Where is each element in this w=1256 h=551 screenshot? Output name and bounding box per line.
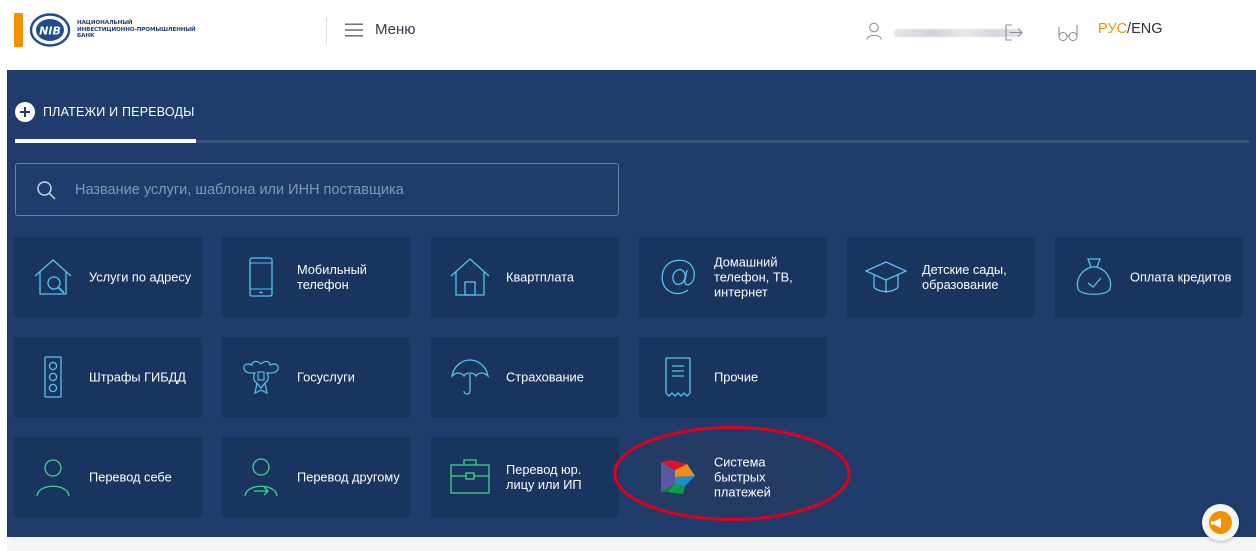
tile-label: Мобильный телефон xyxy=(297,262,367,292)
tile-label: Страхование xyxy=(506,369,584,385)
tile-label: Перевод юр. лицу или ИП xyxy=(506,462,582,492)
tile-label: Перевод другому xyxy=(297,469,400,485)
glasses-icon[interactable] xyxy=(1058,24,1078,42)
logo-orange-bar xyxy=(14,13,23,47)
umbrella-icon xyxy=(450,359,490,395)
tile-gosuslugi[interactable]: Госуслуги xyxy=(222,337,410,417)
tile-transfer-to-other[interactable]: Перевод другому xyxy=(222,437,410,517)
language-switcher: РУС/ENG xyxy=(1098,21,1163,37)
user-self-icon xyxy=(36,459,70,497)
lang-eng[interactable]: ENG xyxy=(1131,21,1162,37)
tile-fast-payment-system[interactable]: Система быстрых платежей xyxy=(639,437,827,517)
tile-transfer-to-business[interactable]: Перевод юр. лицу или ИП xyxy=(431,437,619,517)
tab-active-indicator xyxy=(15,139,196,143)
graduation-cap-icon xyxy=(865,261,907,293)
tile-label: Домашний телефон, ТВ, интернет xyxy=(714,254,793,300)
tile-address-services[interactable]: Услуги по адресу xyxy=(14,237,202,317)
tile-label: Детские сады, образование xyxy=(922,262,1007,292)
feedback-button[interactable] xyxy=(1202,504,1239,541)
logo-text-line2: ИНВЕСТИЦИОННО-ПРОМЫШЛЕННЫЙ xyxy=(77,26,196,33)
hamburger-icon xyxy=(345,23,363,36)
tile-mobile-phone[interactable]: Мобильный телефон xyxy=(222,237,410,317)
tile-label: Госуслуги xyxy=(297,369,355,385)
receipt-icon xyxy=(665,357,691,397)
tile-label: Оплата кредитов xyxy=(1130,269,1232,285)
tile-label: Перевод себе xyxy=(89,469,172,485)
tile-transfer-to-self[interactable]: Перевод себе xyxy=(14,437,202,517)
megaphone-icon xyxy=(1211,518,1221,528)
tile-kindergarten-education[interactable]: Детские сады, образование xyxy=(847,237,1035,317)
user-icon xyxy=(866,22,882,40)
user-name-blurred xyxy=(894,28,1022,37)
menu-button[interactable]: Меню xyxy=(345,21,416,38)
state-emblem-icon xyxy=(243,360,279,395)
tile-rent[interactable]: Квартплата xyxy=(431,237,619,317)
tile-loan-payment[interactable]: Оплата кредитов xyxy=(1055,237,1243,317)
house-search-icon xyxy=(34,259,72,295)
tile-label: Штрафы ГИБДД xyxy=(89,369,186,385)
bottom-strip xyxy=(7,537,1256,551)
top-header: NIB НАЦИОНАЛЬНЫЙ ИНВЕСТИЦИОННО-ПРОМЫШЛЕН… xyxy=(0,0,1256,66)
search-input[interactable]: Название услуги, шаблона или ИНН поставщ… xyxy=(15,163,619,216)
tile-label: Квартплата xyxy=(506,269,574,285)
logout-icon[interactable] xyxy=(1005,24,1023,41)
house-icon xyxy=(450,258,490,296)
search-icon xyxy=(37,180,56,200)
payments-panel: ПЛАТЕЖИ И ПЕРЕВОДЫ Название услуги, шабл… xyxy=(7,70,1256,537)
bank-logo[interactable]: NIB НАЦИОНАЛЬНЫЙ ИНВЕСТИЦИОННО-ПРОМЫШЛЕН… xyxy=(14,12,196,48)
tile-traffic-fines[interactable]: Штрафы ГИБДД xyxy=(14,337,202,417)
mobile-phone-icon xyxy=(249,257,273,297)
lang-rus[interactable]: РУС xyxy=(1098,21,1127,37)
search-placeholder: Название услуги, шаблона или ИНН поставщ… xyxy=(75,181,404,198)
sbp-logo-icon xyxy=(661,460,695,494)
user-transfer-icon xyxy=(244,458,278,497)
logo-emblem-icon: NIB xyxy=(29,13,71,47)
at-sign-icon xyxy=(661,259,695,295)
tab-track xyxy=(15,140,1249,143)
tile-label: Услуги по адресу xyxy=(89,269,192,285)
menu-label: Меню xyxy=(375,21,416,38)
tile-home-phone-tv-internet[interactable]: Домашний телефон, ТВ, интернет xyxy=(639,237,827,317)
section-header-payments[interactable]: ПЛАТЕЖИ И ПЕРЕВОДЫ xyxy=(15,102,194,122)
user-profile[interactable] xyxy=(866,22,1022,40)
logo-wordmark: НАЦИОНАЛЬНЫЙ ИНВЕСТИЦИОННО-ПРОМЫШЛЕННЫЙ … xyxy=(77,20,196,40)
logo-text-line3: БАНК xyxy=(77,33,95,40)
tile-label: Система быстрых платежей xyxy=(714,454,771,500)
tile-insurance[interactable]: Страхование xyxy=(431,337,619,417)
tile-label: Прочие xyxy=(714,369,759,385)
section-title: ПЛАТЕЖИ И ПЕРЕВОДЫ xyxy=(43,105,195,119)
logo-text-line1: НАЦИОНАЛЬНЫЙ xyxy=(77,20,133,27)
plus-circle-icon xyxy=(15,102,35,122)
tile-other[interactable]: Прочие xyxy=(639,337,827,417)
header-divider xyxy=(326,18,327,44)
traffic-light-icon xyxy=(44,356,62,398)
briefcase-icon xyxy=(450,459,490,494)
logo-emblem-text: NIB xyxy=(39,25,61,38)
money-bag-icon xyxy=(1076,258,1112,295)
